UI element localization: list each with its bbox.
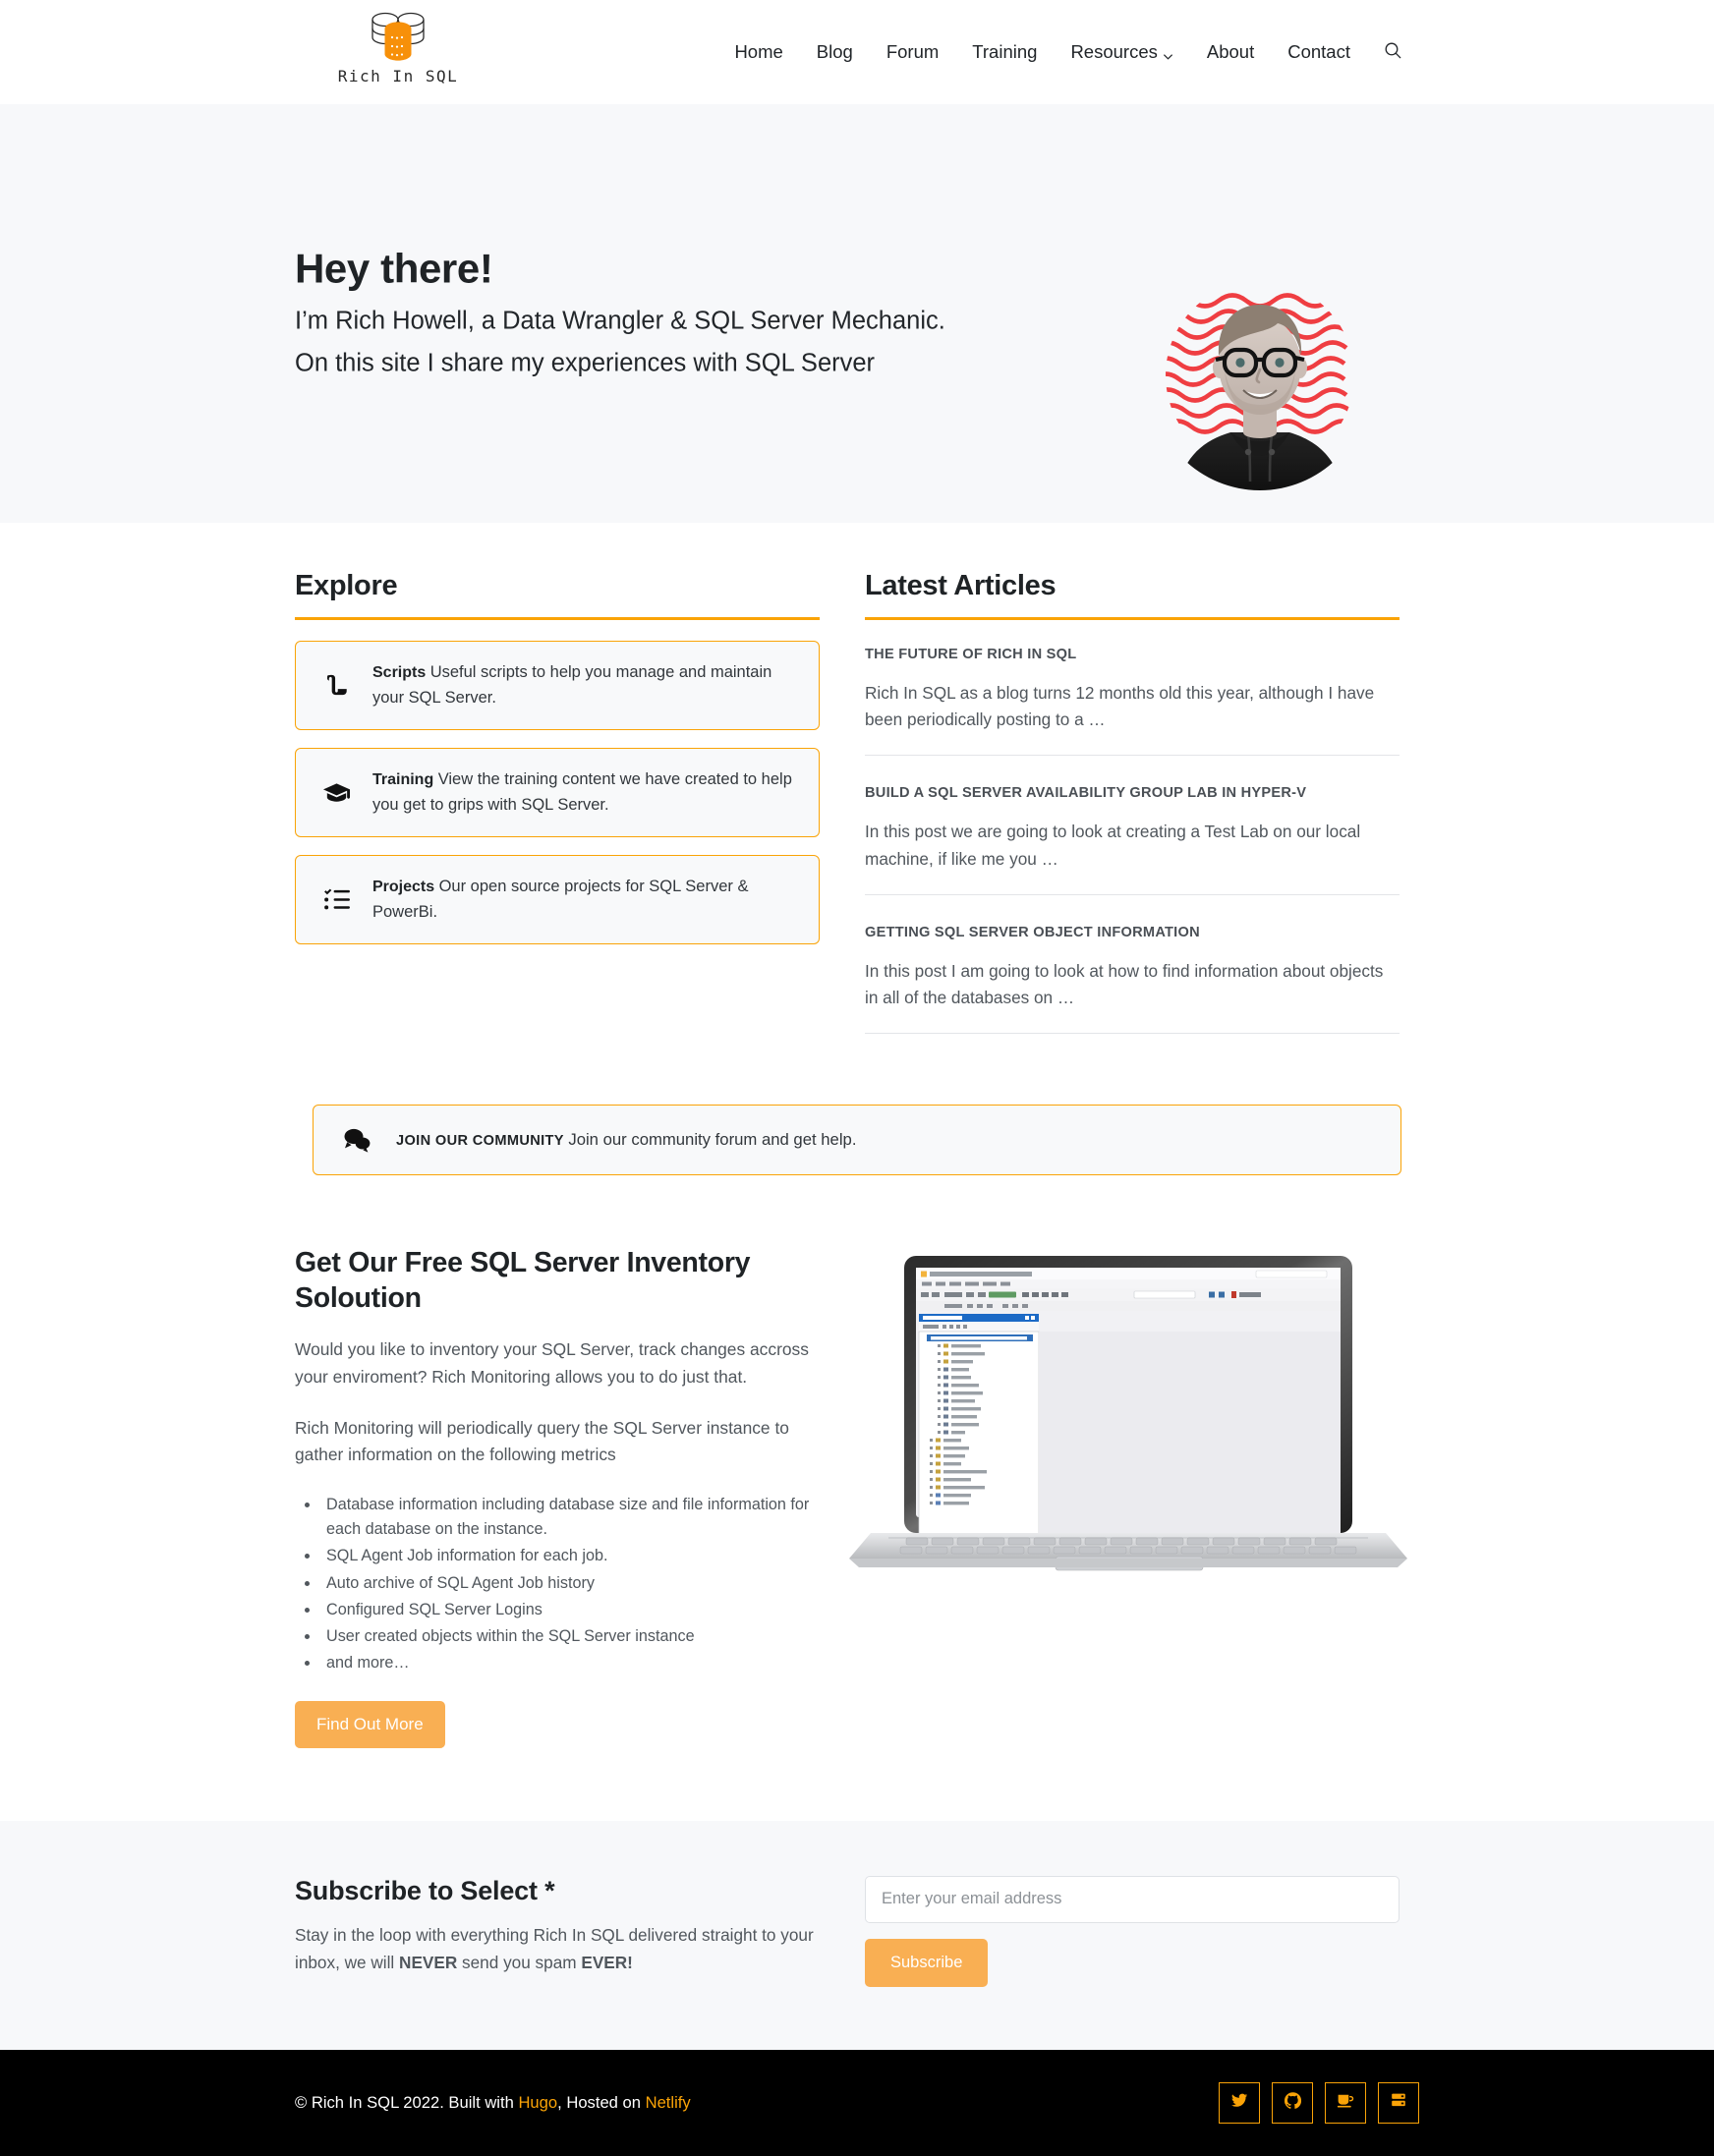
article-title-link[interactable]: GETTING SQL SERVER OBJECT INFORMATION	[865, 925, 1400, 940]
explore-card-title: Training	[372, 771, 434, 789]
email-input[interactable]	[865, 1875, 1400, 1923]
list-item: User created objects within the SQL Serv…	[320, 1624, 818, 1649]
promo-paragraph-1: Would you like to inventory your SQL Ser…	[295, 1338, 809, 1387]
nav-label: Resources	[1070, 40, 1158, 62]
article-title-link[interactable]: THE FUTURE OF RICH IN SQL	[865, 647, 1400, 662]
explore-card-training[interactable]: Training View the training content we ha…	[295, 748, 820, 838]
nav-item-blog[interactable]: Blog	[800, 40, 870, 62]
copyright-prefix: © Rich In SQL 2022. Built with	[295, 2092, 519, 2112]
latest-articles-divider	[865, 617, 1400, 620]
latest-articles-heading: Latest Articles	[865, 570, 1057, 601]
article-title-link[interactable]: BUILD A SQL SERVER AVAILABILITY GROUP LA…	[865, 785, 1400, 801]
list-item: SQL Agent Job information for each job.	[320, 1544, 818, 1568]
join-community-banner[interactable]: JOIN OUR COMMUNITY Join our community fo…	[313, 1105, 1401, 1176]
explore-card-desc: Useful scripts to help you manage and ma…	[372, 663, 772, 707]
latest-articles-section: Latest Articles THE FUTURE OF RICH IN SQ…	[865, 540, 1400, 1057]
social-link-database[interactable]	[1378, 2081, 1419, 2124]
github-icon	[1284, 2092, 1301, 2114]
list-item: and more…	[320, 1651, 818, 1675]
hero-tagline: On this site I share my experiences with…	[295, 349, 876, 377]
chevron-down-icon	[1163, 47, 1173, 60]
social-link-github[interactable]	[1272, 2081, 1313, 2124]
subscribe-button[interactable]: Subscribe	[865, 1938, 989, 1987]
copyright-text: © Rich In SQL 2022. Built with Hugo, Hos…	[295, 2093, 691, 2113]
article-excerpt: Rich In SQL as a blog turns 12 months ol…	[865, 683, 1375, 730]
social-link-buy-me-a-coffee[interactable]	[1325, 2081, 1366, 2124]
explore-card-projects[interactable]: Projects Our open source projects for SQ…	[295, 855, 820, 945]
community-desc: Join our community forum and get help.	[568, 1130, 857, 1150]
nav-label: Training	[972, 40, 1038, 62]
subscribe-heading: Subscribe to Select *	[295, 1875, 555, 1905]
explore-section: Explore Scripts Useful scripts to help y…	[295, 540, 820, 1057]
promo-heading: Get Our Free SQL Server Inventory Solout…	[295, 1247, 751, 1314]
find-out-more-button[interactable]: Find Out More	[295, 1700, 445, 1748]
nav-label: About	[1206, 40, 1255, 62]
graduation-cap-icon	[319, 781, 353, 805]
nav-item-about[interactable]: About	[1190, 40, 1271, 62]
article-excerpt: In this post we are going to look at cre…	[865, 822, 1361, 869]
brand-logo-link[interactable]: Rich In SQL	[329, 10, 467, 94]
checklist-icon	[319, 888, 353, 911]
nav-item-contact[interactable]: Contact	[1271, 40, 1367, 62]
site-header: Rich In SQL Home Blog Forum Training Res…	[0, 0, 1714, 104]
nav-item-training[interactable]: Training	[955, 40, 1054, 62]
twitter-icon	[1230, 2092, 1248, 2114]
article-excerpt: In this post I am going to look at how t…	[865, 960, 1384, 1007]
subscribe-ever: EVER!	[581, 1952, 633, 1972]
nav-label: Contact	[1287, 40, 1350, 62]
hero-subtitle: I’m Rich Howell, a Data Wrangler & SQL S…	[295, 307, 945, 335]
explore-card-title: Scripts	[372, 664, 427, 681]
social-link-twitter[interactable]	[1219, 2081, 1260, 2124]
article-item: THE FUTURE OF RICH IN SQL Rich In SQL as…	[865, 641, 1400, 755]
portrait-photo	[1146, 259, 1374, 503]
article-separator	[865, 755, 1400, 757]
coffee-cup-icon	[1337, 2092, 1354, 2114]
hero-copy: Hey there! I’m Rich Howell, a Data Wrang…	[295, 245, 945, 379]
main-navigation: Home Blog Forum Training Resources About…	[717, 0, 1419, 104]
explore-card-title: Projects	[372, 879, 435, 896]
promo-section: Get Our Free SQL Server Inventory Solout…	[295, 1240, 1419, 1748]
chat-bubbles-icon	[339, 1127, 374, 1153]
article-separator	[865, 893, 1400, 895]
explore-card-scripts[interactable]: Scripts Useful scripts to help you manag…	[295, 641, 820, 731]
community-title: JOIN OUR COMMUNITY	[396, 1133, 564, 1150]
nav-item-forum[interactable]: Forum	[870, 40, 955, 62]
brand-name: Rich In SQL	[337, 67, 459, 85]
list-item: Configured SQL Server Logins	[320, 1598, 818, 1622]
list-item: Auto archive of SQL Agent Job history	[320, 1571, 818, 1596]
site-footer: © Rich In SQL 2022. Built with Hugo, Hos…	[0, 2049, 1714, 2156]
explore-divider	[295, 617, 820, 620]
hugo-link[interactable]: Hugo	[518, 2093, 557, 2112]
promo-feature-list: Database information including database …	[320, 1493, 818, 1675]
main-content: Explore Scripts Useful scripts to help y…	[295, 523, 1419, 1748]
article-item: GETTING SQL SERVER OBJECT INFORMATION In…	[865, 919, 1400, 1033]
nav-label: Forum	[886, 40, 940, 62]
netlify-link[interactable]: Netlify	[646, 2093, 691, 2112]
laptop-ssms-screenshot	[843, 1250, 1413, 1579]
database-icon	[1391, 2092, 1406, 2113]
subscribe-section: Subscribe to Select * Stay in the loop w…	[0, 1820, 1714, 2050]
subscribe-description: Stay in the loop with everything Rich In…	[295, 1922, 820, 1977]
subscribe-text-2: send you spam	[457, 1952, 582, 1972]
social-links	[1219, 2081, 1419, 2124]
search-button[interactable]	[1367, 41, 1419, 64]
nav-label: Home	[734, 40, 783, 62]
article-item: BUILD A SQL SERVER AVAILABILITY GROUP LA…	[865, 779, 1400, 893]
subscribe-never: NEVER	[399, 1952, 458, 1972]
hero-section: Hey there! I’m Rich Howell, a Data Wrang…	[0, 104, 1714, 523]
explore-heading: Explore	[295, 570, 398, 601]
scroll-icon	[319, 672, 353, 699]
list-item: Database information including database …	[320, 1493, 818, 1542]
nav-item-resources[interactable]: Resources	[1054, 40, 1189, 62]
hero-title: Hey there!	[295, 245, 493, 292]
database-stack-icon	[362, 10, 434, 65]
article-separator	[865, 1033, 1400, 1035]
search-icon	[1384, 41, 1402, 64]
nav-label: Blog	[816, 40, 853, 62]
copyright-middle: , Hosted on	[557, 2092, 646, 2112]
promo-paragraph-2: Rich Monitoring will periodically query …	[295, 1417, 789, 1465]
explore-card-desc: View the training content we have create…	[372, 770, 792, 814]
nav-item-home[interactable]: Home	[717, 40, 799, 62]
